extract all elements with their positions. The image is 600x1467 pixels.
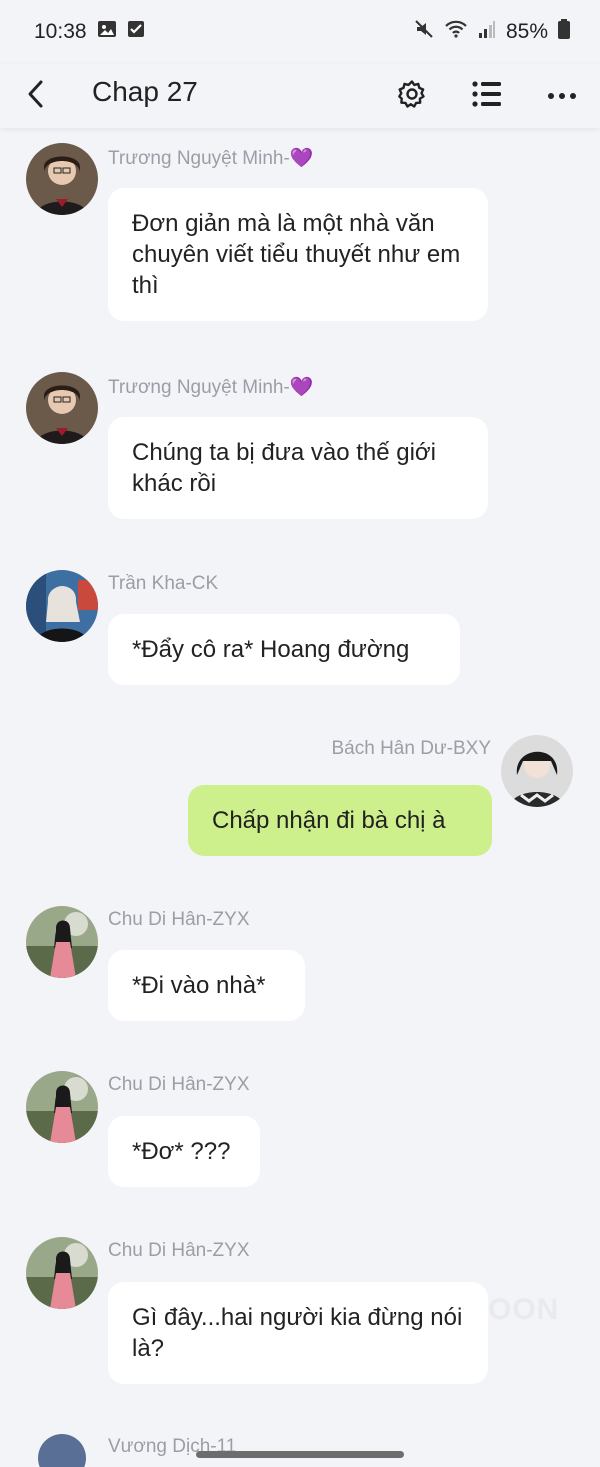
message-bubble[interactable]: *Đi vào nhà* — [108, 950, 305, 1021]
check-icon — [127, 20, 145, 44]
author-avatar[interactable] — [26, 906, 98, 978]
author-avatar[interactable] — [26, 143, 98, 215]
author-name: Trần Kha-CK — [108, 573, 219, 594]
mute-icon — [414, 19, 434, 45]
author-name: Trương Nguyệt Minh-💜 — [108, 377, 314, 398]
more-button[interactable] — [540, 74, 584, 118]
author-name: Bách Hân Dư-BXY — [331, 738, 491, 759]
list-icon — [472, 80, 502, 112]
back-button[interactable] — [14, 74, 58, 118]
wifi-icon — [444, 19, 468, 45]
battery-icon — [558, 19, 570, 45]
gear-icon — [397, 79, 427, 114]
signal-icon — [478, 19, 496, 45]
chevron-left-icon — [25, 79, 47, 114]
author-name: Trương Nguyệt Minh-💜 — [108, 148, 314, 169]
status-bar: 10:38 85% — [0, 0, 600, 64]
message-bubble[interactable]: Chấp nhận đi bà chị à — [188, 785, 492, 856]
author-avatar[interactable] — [38, 1434, 86, 1467]
message-bubble[interactable]: Chúng ta bị đưa vào thế giới khác rồi — [108, 417, 488, 519]
author-avatar[interactable] — [26, 372, 98, 444]
author-avatar[interactable] — [26, 1071, 98, 1143]
settings-button[interactable] — [390, 74, 434, 118]
more-dots-icon — [547, 87, 577, 105]
author-avatar[interactable] — [501, 735, 573, 807]
message-bubble[interactable]: *Đơ* ??? — [108, 1116, 260, 1187]
page-title: Chap 27 — [92, 76, 198, 107]
chapter-list-button[interactable] — [465, 74, 509, 118]
author-name: Chu Di Hân-ZYX — [108, 1240, 250, 1261]
watermark: OON — [488, 1293, 560, 1326]
author-name: Chu Di Hân-ZYX — [108, 1074, 250, 1095]
message-8-partial: Vương Dịch-11 — [0, 1432, 600, 1467]
message-bubble[interactable]: Gì đây...hai người kia đừng nói là? — [108, 1282, 488, 1384]
message-bubble[interactable]: *Đẩy cô ra* Hoang đường — [108, 614, 460, 685]
status-time: 10:38 — [34, 20, 87, 43]
battery-level: 85% — [505, 20, 548, 43]
author-avatar[interactable] — [26, 570, 98, 642]
gallery-icon — [97, 20, 117, 44]
author-name: Chu Di Hân-ZYX — [108, 909, 250, 930]
app-bar: Chap 27 — [0, 64, 600, 128]
home-indicator[interactable] — [196, 1451, 404, 1458]
message-bubble[interactable]: Đơn giản mà là một nhà văn chuyên viết t… — [108, 188, 488, 321]
author-avatar[interactable] — [26, 1237, 98, 1309]
